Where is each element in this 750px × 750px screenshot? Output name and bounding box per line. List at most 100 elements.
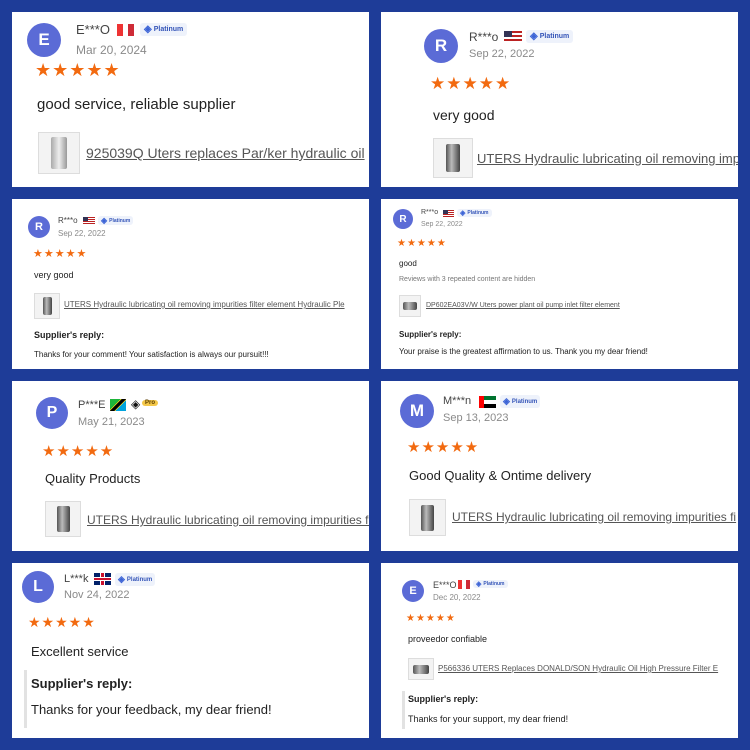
- product-link[interactable]: UTERS Hydraulic lubricating oil removing…: [64, 300, 345, 309]
- review-date: Sep 13, 2023: [443, 412, 509, 424]
- platinum-badge: ◈ Platinum: [473, 580, 508, 588]
- review-card: L L***k ◈ Platinum Nov 24, 2022 ★★★★★ Exc…: [12, 563, 369, 738]
- product-thumbnail[interactable]: [433, 138, 473, 178]
- uae-flag-icon: [479, 396, 496, 408]
- review-date: Sep 22, 2022: [421, 221, 463, 228]
- avatar: L: [22, 571, 54, 603]
- reviewer-name: R***o: [469, 30, 499, 44]
- product-thumbnail[interactable]: [45, 501, 81, 537]
- avatar: R: [424, 29, 458, 63]
- reply-divider: [24, 670, 27, 728]
- reply-text: Thanks for your support, my dear friend!: [408, 714, 569, 724]
- reply-title: Supplier's reply:: [399, 330, 462, 339]
- review-text: Excellent service: [31, 644, 129, 659]
- reply-text: Your praise is the greatest affirmation …: [399, 347, 648, 356]
- review-date: Mar 20, 2024: [76, 43, 147, 57]
- tanzania-flag-icon: [110, 399, 126, 411]
- italy-flag-icon: [117, 24, 134, 36]
- reply-title: Supplier's reply:: [31, 676, 133, 691]
- avatar: R: [393, 209, 413, 229]
- review-text: Good Quality & Ontime delivery: [409, 468, 592, 483]
- reviewer-name: R***o: [58, 216, 78, 225]
- reviewer-name: E***O: [76, 22, 110, 37]
- filter-image: [413, 664, 429, 674]
- platinum-badge: ◈ Platinum: [526, 30, 574, 43]
- review-text: very good: [34, 270, 74, 280]
- review-date: Dec 20, 2022: [433, 593, 481, 602]
- review-date: Sep 22, 2022: [58, 229, 106, 238]
- star-rating: ★★★★★: [35, 60, 121, 80]
- star-rating: ★★★★★: [406, 613, 456, 624]
- avatar: M: [400, 394, 434, 428]
- review-card: R R***o ◈ Platinum Sep 22, 2022 ★★★★★ goo…: [381, 199, 738, 369]
- platinum-badge: ◈ Platinum: [98, 216, 134, 225]
- reply-text: Thanks for your feedback, my dear friend…: [31, 702, 272, 717]
- filter-image: [446, 144, 460, 172]
- product-link[interactable]: 925039Q Uters replaces Par/ker hydraulic…: [86, 145, 365, 161]
- reviewer-name: E***O: [433, 580, 457, 590]
- italy-flag-icon: [458, 580, 470, 589]
- review-card: E E***O ◈ Platinum Dec 20, 2022 ★★★★★ pro…: [381, 563, 738, 738]
- filter-image: [56, 506, 70, 532]
- diamond-icon: ◈: [503, 396, 510, 406]
- avatar: E: [402, 580, 424, 602]
- star-rating: ★★★★★: [407, 439, 480, 456]
- product-link[interactable]: UTERS Hydraulic lubricating oil removing…: [477, 151, 738, 166]
- filter-image: [403, 302, 417, 310]
- usa-flag-icon: [504, 31, 522, 43]
- reply-title: Supplier's reply:: [408, 694, 479, 704]
- platinum-badge: ◈ Platinum: [140, 23, 188, 36]
- reply-text: Thanks for your comment! Your satisfacti…: [34, 350, 269, 359]
- star-rating: ★★★★★: [28, 614, 96, 630]
- avatar: R: [28, 216, 50, 238]
- diamond-icon: ◈: [460, 210, 466, 217]
- filter-image: [42, 297, 52, 315]
- filter-image: [51, 137, 67, 169]
- platinum-badge: ◈ Platinum: [500, 395, 541, 408]
- avatar: E: [27, 23, 61, 57]
- diamond-icon: ◈: [101, 216, 108, 225]
- review-card: E E***O ◈ Platinum Mar 20, 2024 ★★★★★ goo…: [12, 12, 369, 187]
- review-text: Quality Products: [45, 471, 141, 486]
- reply-title: Supplier's reply:: [34, 330, 105, 340]
- product-thumbnail[interactable]: [38, 132, 80, 174]
- review-date: May 21, 2023: [78, 416, 145, 428]
- product-thumbnail[interactable]: [34, 293, 60, 319]
- product-link[interactable]: DP602EA03V/W Uters power plant oil pump …: [426, 302, 620, 309]
- star-rating: ★★★★★: [397, 238, 447, 249]
- review-date: Sep 22, 2022: [469, 48, 535, 60]
- diamond-icon: ◈: [530, 31, 538, 42]
- star-rating: ★★★★★: [430, 74, 512, 93]
- usa-flag-icon: [443, 210, 454, 217]
- review-text: very good: [433, 107, 495, 123]
- review-text: good service, reliable supplier: [37, 96, 236, 113]
- product-thumbnail[interactable]: [399, 295, 421, 317]
- review-card: M M***n ◈ Platinum Sep 13, 2023 ★★★★★ Goo…: [381, 381, 738, 551]
- product-thumbnail[interactable]: [408, 658, 434, 680]
- product-link[interactable]: P566336 UTERS Replaces DONALD/SON Hydrau…: [438, 664, 718, 673]
- star-rating: ★★★★★: [33, 248, 88, 260]
- filter-image: [421, 504, 434, 531]
- star-rating: ★★★★★: [42, 443, 115, 460]
- diamond-icon: ◈: [476, 581, 482, 588]
- product-thumbnail[interactable]: [409, 499, 446, 536]
- review-text: proveedor confiable: [408, 634, 488, 644]
- review-text: good: [399, 259, 417, 268]
- product-link[interactable]: UTERS Hydraulic lubricating oil removing…: [452, 510, 736, 524]
- usa-flag-icon: [83, 217, 95, 225]
- uk-flag-icon: [94, 573, 111, 585]
- hidden-reviews-note: Reviews with 3 repeated content are hidd…: [399, 276, 536, 283]
- product-link[interactable]: UTERS Hydraulic lubricating oil removing…: [87, 513, 369, 527]
- pro-badge-icon: ◈: [131, 397, 141, 411]
- review-card: R R***o ◈ Platinum Sep 22, 2022 ★★★★★ ver…: [12, 199, 369, 369]
- review-card: R R***o ◈ Platinum Sep 22, 2022 ★★★★★ ver…: [381, 12, 738, 187]
- reviewer-name: L***k: [64, 573, 89, 585]
- diamond-icon: ◈: [144, 24, 152, 35]
- platinum-badge: ◈ Platinum: [457, 209, 492, 217]
- avatar: P: [36, 397, 68, 429]
- reviewer-name: R***o: [421, 209, 439, 216]
- diamond-icon: ◈: [118, 574, 125, 584]
- pro-badge: Pro: [142, 400, 159, 406]
- review-date: Nov 24, 2022: [64, 589, 130, 601]
- review-card: P P***E ◈ Pro May 21, 2023 ★★★★★ Quality…: [12, 381, 369, 551]
